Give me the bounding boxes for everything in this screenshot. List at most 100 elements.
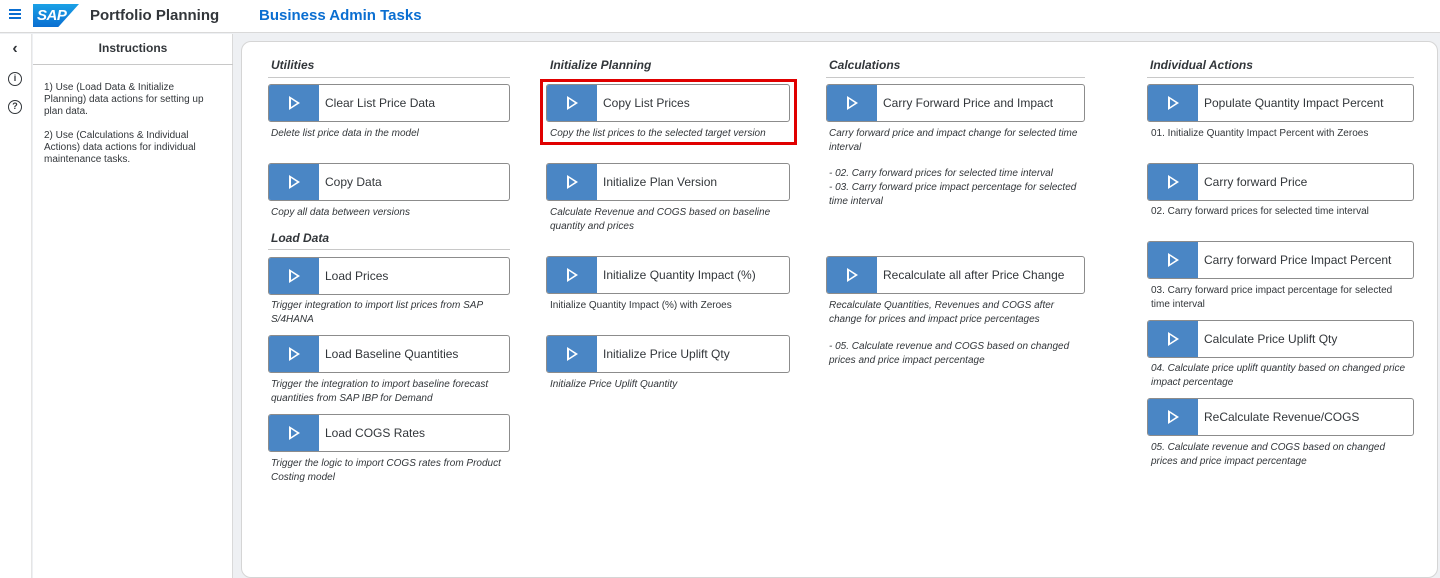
action-description: - 02. Carry forward prices for selected … [829,168,1053,179]
play-icon-box [547,336,597,372]
play-icon [567,347,578,361]
section-title-initialize-planning: Initialize Planning [550,58,652,72]
button-label: Calculate Price Uplift Qty [1204,332,1338,346]
section-title-utilities: Utilities [271,58,315,72]
instruction-item: 1) Use (Load Data & Initialize Planning)… [44,82,204,117]
button-label: Load COGS Rates [325,426,426,440]
play-icon-box [269,336,319,372]
action-description: Recalculate Quantities, Revenues and COG… [829,300,1055,325]
instruction-item: 2) Use (Calculations & Individual Action… [44,130,196,165]
play-icon [289,347,300,361]
action-description: 05. Calculate revenue and COGS based on … [1151,442,1386,467]
button-label: Carry Forward Price and Impact [883,96,1054,110]
play-icon [1168,96,1179,110]
button-label: Initialize Price Uplift Qty [603,347,730,361]
clear-list-price-button[interactable]: Clear List Price Data [268,84,510,122]
action-description: 02. Carry forward prices for selected ti… [1151,206,1369,217]
recalculate-all-button[interactable]: Recalculate all after Price Change [826,256,1085,294]
left-rail: ‹ i ? [0,34,32,578]
section-title-individual-actions: Individual Actions [1150,58,1253,72]
play-icon [1168,175,1179,189]
button-label: Load Prices [325,269,389,283]
play-icon-box [269,258,319,294]
highlight-box [540,79,797,145]
shell-header: SAP Portfolio Planning Business Admin Ta… [0,0,1440,33]
section-title-calculations: Calculations [829,58,901,72]
play-icon [567,268,578,282]
section-divider [268,77,510,78]
menu-icon[interactable] [9,9,21,21]
button-label: Populate Quantity Impact Percent [1204,96,1384,110]
button-label: Load Baseline Quantities [325,347,459,361]
app-title: Portfolio Planning [90,7,220,24]
initialize-price-uplift-button[interactable]: Initialize Price Uplift Qty [546,335,790,373]
play-icon [289,426,300,440]
play-icon [1168,410,1179,424]
carry-forward-impact-percent-button[interactable]: Carry forward Price Impact Percent [1147,241,1414,279]
chevron-left-icon[interactable]: ‹ [8,41,22,57]
initialize-quantity-impact-button[interactable]: Initialize Quantity Impact (%) [546,256,790,294]
copy-data-button[interactable]: Copy Data [268,163,510,201]
action-description: Initialize Quantity Impact (%) with Zero… [550,300,732,311]
section-divider [268,249,510,250]
action-description: 01. Initialize Quantity Impact Percent w… [1151,128,1369,139]
play-icon-box [547,257,597,293]
action-description: Copy all data between versions [271,207,410,218]
play-icon-box [827,257,877,293]
action-description: 04. Calculate price uplift quantity base… [1151,363,1406,388]
populate-quantity-impact-button[interactable]: Populate Quantity Impact Percent [1147,84,1414,122]
help-icon[interactable]: ? [8,100,22,114]
load-prices-button[interactable]: Load Prices [268,257,510,295]
button-label: Initialize Plan Version [603,175,718,189]
play-icon-box [1148,164,1198,200]
instructions-divider [33,64,233,65]
play-icon [847,268,858,282]
action-description: Trigger integration to import list price… [271,300,483,325]
load-baseline-quantities-button[interactable]: Load Baseline Quantities [268,335,510,373]
action-description: - 05. Calculate revenue and COGS based o… [829,341,1070,366]
calculate-price-uplift-button[interactable]: Calculate Price Uplift Qty [1147,320,1414,358]
action-description: Calculate Revenue and COGS based on base… [550,207,771,232]
play-icon-box [1148,399,1198,435]
section-divider [826,77,1085,78]
play-icon-box [269,164,319,200]
button-label: Carry forward Price [1204,175,1308,189]
button-label: Carry forward Price Impact Percent [1204,253,1392,267]
carry-forward-price-impact-button[interactable]: Carry Forward Price and Impact [826,84,1085,122]
action-description: Trigger the integration to import baseli… [271,379,489,404]
play-icon-box [1148,85,1198,121]
sap-logo: SAP [33,4,79,27]
play-icon [289,96,300,110]
play-icon [567,175,578,189]
action-description: 03. Carry forward price impact percentag… [1151,285,1393,310]
play-icon-box [827,85,877,121]
action-description: Carry forward price and impact change fo… [829,128,1078,153]
button-label: Initialize Quantity Impact (%) [603,268,756,282]
load-cogs-rates-button[interactable]: Load COGS Rates [268,414,510,452]
button-label: ReCalculate Revenue/COGS [1204,410,1360,424]
section-divider [1147,77,1414,78]
play-icon-box [269,415,319,451]
instructions-title: Instructions [98,41,168,55]
initialize-plan-version-button[interactable]: Initialize Plan Version [546,163,790,201]
info-icon[interactable]: i [8,72,22,86]
action-description: Initialize Price Uplift Quantity [550,379,678,390]
play-icon-box [1148,242,1198,278]
play-icon-box [1148,321,1198,357]
button-label: Copy Data [325,175,382,189]
button-label: Recalculate all after Price Change [883,268,1065,282]
recalculate-revenue-cogs-button[interactable]: ReCalculate Revenue/COGS [1147,398,1414,436]
carry-forward-price-button[interactable]: Carry forward Price [1147,163,1414,201]
action-description: - 03. Carry forward price impact percent… [829,182,1077,207]
page-title: Business Admin Tasks [259,7,422,24]
instructions-panel: Instructions 1) Use (Load Data & Initial… [33,34,233,578]
play-icon-box [269,85,319,121]
button-label: Clear List Price Data [325,96,436,110]
action-description: Delete list price data in the model [271,128,419,139]
play-icon [1168,253,1179,267]
play-icon [289,269,300,283]
play-icon [289,175,300,189]
action-description: Trigger the logic to import COGS rates f… [271,458,501,483]
section-title-load-data: Load Data [271,231,330,245]
play-icon [847,96,858,110]
